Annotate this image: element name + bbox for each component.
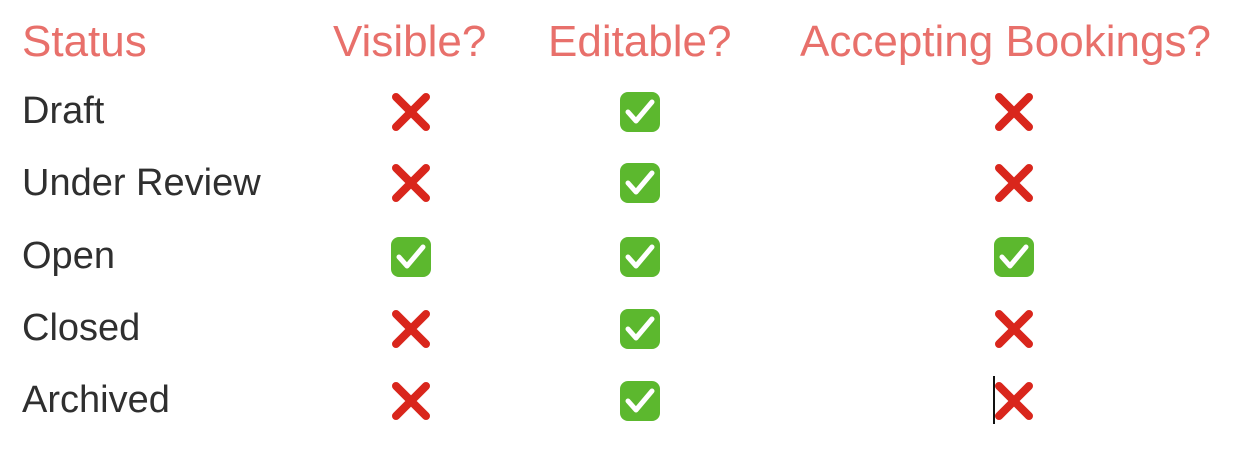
- check-mark-button-icon: [619, 308, 661, 350]
- cross-mark-icon: [390, 162, 432, 204]
- cross-mark-icon: [993, 308, 1035, 350]
- text-cursor: [993, 376, 995, 424]
- check-mark-button-icon: [619, 236, 661, 278]
- check-mark-button-icon: [619, 380, 661, 422]
- check-mark-button-icon: [619, 91, 661, 133]
- cross-mark-icon: [993, 380, 1035, 422]
- column-header-editable: Editable?: [548, 17, 732, 66]
- cross-mark-icon: [993, 91, 1035, 133]
- column-header-accepting-bookings: Accepting Bookings?: [800, 17, 1211, 66]
- cross-mark-icon: [390, 380, 432, 422]
- row-status-label: Archived: [22, 379, 170, 421]
- row-status-label: Closed: [22, 307, 141, 349]
- cross-mark-icon: [390, 308, 432, 350]
- row-status-label: Under Review: [22, 162, 261, 204]
- column-header-status: Status: [22, 17, 147, 66]
- cross-mark-icon: [390, 91, 432, 133]
- row-status-label: Open: [22, 235, 115, 277]
- check-mark-button-icon: [390, 236, 432, 278]
- cross-mark-icon: [993, 162, 1035, 204]
- row-status-label: Draft: [22, 90, 105, 132]
- check-mark-button-icon: [619, 162, 661, 204]
- check-mark-button-icon: [993, 236, 1035, 278]
- status-table: Status Visible? Editable? Accepting Book…: [0, 0, 1260, 462]
- column-header-visible: Visible?: [333, 17, 487, 66]
